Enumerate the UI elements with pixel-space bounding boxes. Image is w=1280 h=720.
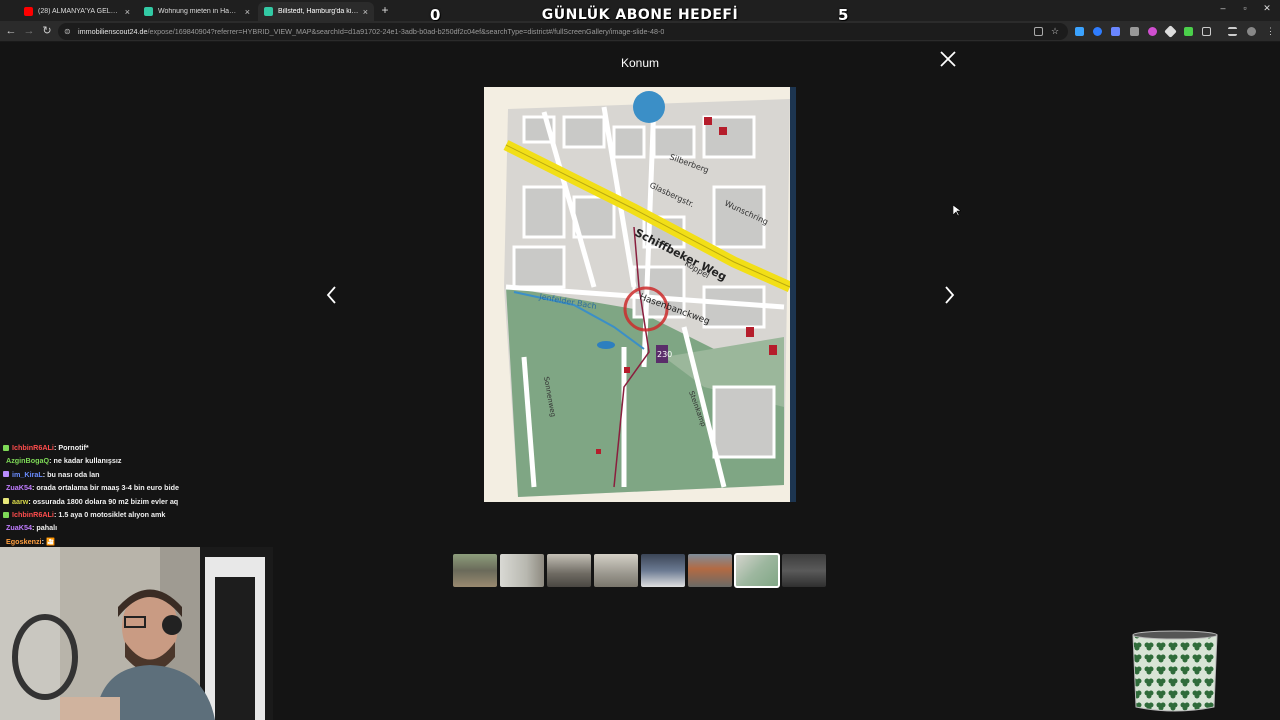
chat-badge-icon xyxy=(3,511,9,518)
extension-icon[interactable] xyxy=(1184,27,1193,36)
screen: (28) ALMANYA'YA GELDİM: BEN × Wohnung mi… xyxy=(0,0,1280,720)
chat-text: : orada ortalama bir maaş 3-4 bin euro b… xyxy=(31,483,179,493)
webcam-feed xyxy=(0,547,273,720)
restore-icon[interactable]: ▫ xyxy=(1238,3,1252,13)
stream-chat: IchbinR6ALi: Pornotif* AzginBogaQ: ne kad… xyxy=(0,439,275,547)
thumbnail-kitchen-2[interactable] xyxy=(594,554,638,587)
gallery-main-image: Schiffbeker Weg Silberberg Glasbergstr. … xyxy=(484,87,796,502)
extension-icon[interactable] xyxy=(1075,27,1084,36)
chat-message: ZuaK54: pahalı xyxy=(3,521,272,534)
chat-text: : bu nası oda lan xyxy=(42,469,100,479)
chat-username[interactable]: AzginBogaQ xyxy=(6,456,49,465)
browser-tab-billstedt[interactable]: Billstedt, Hamburg'da kiralık 2 o × xyxy=(258,2,374,21)
chevron-right-icon xyxy=(945,286,955,304)
chevron-left-icon xyxy=(326,286,336,304)
close-icon[interactable]: ✕ xyxy=(1260,3,1274,14)
browser-menu-icon[interactable]: ⋮ xyxy=(1266,27,1275,36)
chat-badge-icon xyxy=(3,471,9,478)
thumbnail-room[interactable] xyxy=(500,554,544,587)
tab-title: Billstedt, Hamburg'da kiralık 2 o xyxy=(278,8,359,15)
chat-username[interactable]: IchbinR6ALi xyxy=(12,443,54,452)
url-path: /expose/169840904?referrer=HYBRID_VIEW_M… xyxy=(147,27,665,36)
chat-message: IchbinR6ALi: Pornotif* xyxy=(3,441,272,454)
chat-badge-icon xyxy=(3,444,9,451)
map-road-number: 230 xyxy=(657,350,672,359)
thumbnail-map[interactable] xyxy=(734,553,780,588)
streamer-webcam-image xyxy=(0,547,273,720)
chat-username[interactable]: IchbinR6ALi xyxy=(12,510,54,519)
chat-message: ZuaK54: orada ortalama bir maaş 3-4 bin … xyxy=(3,481,272,494)
cup-icon xyxy=(1132,630,1218,712)
bookmark-star-icon[interactable]: ☆ xyxy=(1051,27,1060,36)
tab-close-icon[interactable]: × xyxy=(125,7,130,17)
goal-target: 5 xyxy=(838,6,849,24)
mouse-cursor-icon xyxy=(953,205,961,217)
location-map-photo: Schiffbeker Weg Silberberg Glasbergstr. … xyxy=(484,87,796,502)
thumbnail-floorplan[interactable] xyxy=(782,554,826,587)
chat-text: : 1.5 aya 0 motosiklet alıyon amk xyxy=(53,510,166,520)
profile-avatar[interactable] xyxy=(1247,27,1256,36)
tab-title: Wohnung mieten in Hamburg xyxy=(158,8,241,15)
thumbnail-kitchen[interactable] xyxy=(547,554,591,587)
reading-list-icon[interactable] xyxy=(1228,27,1237,36)
chat-text: : ne kadar kullanışsız xyxy=(49,456,122,466)
tab-close-icon[interactable]: × xyxy=(245,7,250,17)
chat-text: : Pornotif* xyxy=(53,443,89,452)
previous-image-button[interactable] xyxy=(322,284,342,306)
chat-username[interactable]: ZuaK54 xyxy=(6,483,32,492)
chat-username[interactable]: Egoskenzi xyxy=(6,537,42,546)
thumbnail-balcony[interactable] xyxy=(453,554,497,587)
chat-message: aarw: ossurada 1800 dolara 90 m2 bizim e… xyxy=(3,495,272,508)
goal-current: 0 xyxy=(430,6,441,24)
extension-icon[interactable] xyxy=(1164,25,1177,38)
chat-message: im_KiraL: bu nası oda lan xyxy=(3,468,272,481)
close-gallery-button[interactable] xyxy=(938,49,958,69)
next-image-button[interactable] xyxy=(939,284,959,306)
url-host: immobilienscout24.de xyxy=(78,27,148,36)
chat-text: : 🎦 xyxy=(41,536,55,546)
chat-username[interactable]: aarw xyxy=(12,497,28,506)
subscriber-goal-overlay: 0 GÜNLÜK ABONE HEDEFİ 5 xyxy=(420,6,860,28)
reload-button[interactable]: ↻ xyxy=(40,24,54,38)
immoscout-favicon-icon xyxy=(264,7,273,16)
site-info-icon[interactable]: ⊜ xyxy=(64,27,72,36)
close-icon xyxy=(940,51,956,67)
new-tab-button[interactable]: + xyxy=(379,3,391,17)
chat-username[interactable]: ZuaK54 xyxy=(6,523,32,532)
browser-tab-wohnung[interactable]: Wohnung mieten in Hamburg × xyxy=(138,2,256,21)
goal-title: GÜNLÜK ABONE HEDEFİ xyxy=(541,7,739,23)
tab-close-icon[interactable]: × xyxy=(363,7,368,17)
extension-icon[interactable] xyxy=(1148,27,1157,36)
chat-text: : ossurada 1800 dolara 90 m2 bizim evler… xyxy=(28,496,179,506)
tab-title: (28) ALMANYA'YA GELDİM: BEN xyxy=(38,8,121,15)
chat-username[interactable]: im_KiraL xyxy=(12,470,43,479)
chat-message: IchbinR6ALi: 1.5 aya 0 motosiklet alıyon… xyxy=(3,508,272,521)
extension-icon[interactable] xyxy=(1130,27,1139,36)
immoscout-favicon-icon xyxy=(144,7,153,16)
extensions-puzzle-icon[interactable] xyxy=(1202,27,1211,36)
chat-badge-icon xyxy=(3,498,9,505)
gallery-title: Konum xyxy=(620,56,660,70)
chat-message: AzginBogaQ: ne kadar kullanışsız xyxy=(3,454,272,467)
extension-icon[interactable] xyxy=(1093,27,1102,36)
extension-icon[interactable] xyxy=(1111,27,1120,36)
browser-tab-youtube[interactable]: (28) ALMANYA'YA GELDİM: BEN × xyxy=(18,2,136,21)
translate-icon[interactable] xyxy=(1034,27,1043,36)
chat-text: : pahalı xyxy=(31,523,58,533)
forward-button[interactable]: → xyxy=(22,24,36,38)
cup-widget xyxy=(1131,629,1219,715)
minimize-icon[interactable]: – xyxy=(1216,3,1230,13)
url-text: immobilienscout24.de/expose/169840904?re… xyxy=(78,27,664,36)
back-button[interactable]: ← xyxy=(4,24,18,38)
thumbnail-exterior[interactable] xyxy=(688,554,732,587)
thumbnail-bathroom[interactable] xyxy=(641,554,685,587)
youtube-favicon-icon xyxy=(24,7,33,16)
